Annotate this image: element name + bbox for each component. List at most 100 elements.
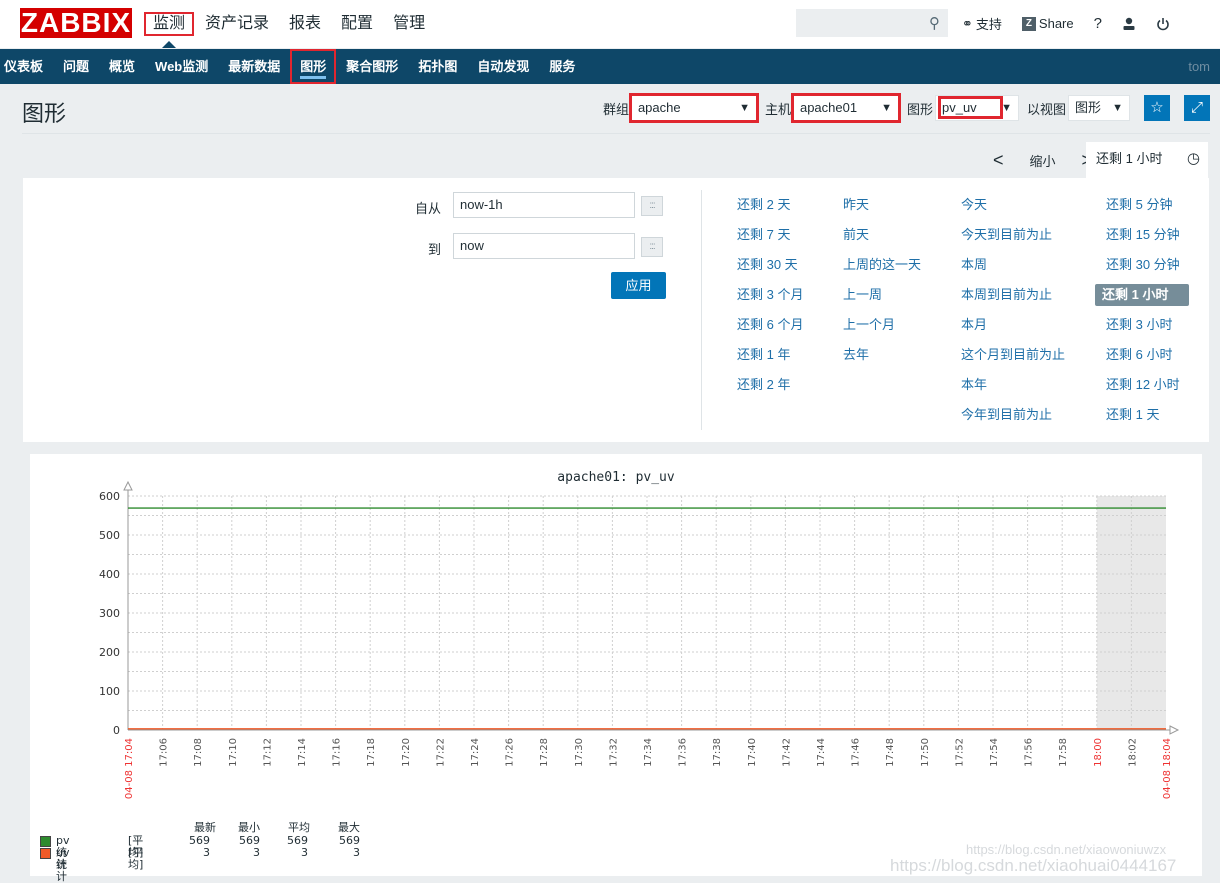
share-label: Share — [1038, 16, 1074, 31]
legend-name: uv统计 — [56, 846, 70, 883]
quick-range-link[interactable]: 这个月到目前为止 — [961, 344, 1065, 374]
graph-label: 图形 — [906, 101, 933, 117]
x-tick-label: 17:50 — [920, 738, 931, 767]
dropdown-arrow-icon: ▼ — [1001, 102, 1012, 114]
quick-range-link[interactable]: 还剩 6 小时 — [1106, 344, 1189, 374]
host-select[interactable]: apache01 ▼ — [790, 93, 901, 123]
subnav-graphs[interactable]: 图形 — [290, 49, 337, 84]
quick-range-link[interactable]: 上周的这一天 — [843, 254, 921, 284]
quick-range-link[interactable]: 去年 — [843, 344, 921, 374]
legend-swatch — [40, 848, 51, 859]
quick-range-link[interactable]: 还剩 2 年 — [737, 374, 803, 404]
x-tick-label: 17:30 — [574, 738, 585, 767]
to-input[interactable]: now — [453, 233, 635, 259]
quick-range-link-selected[interactable]: 还剩 1 小时 — [1095, 284, 1189, 306]
graph-value: pv_uv — [938, 96, 1003, 119]
fullscreen-button[interactable]: ⤢ — [1184, 95, 1210, 121]
subnav-problems[interactable]: 问题 — [53, 49, 99, 84]
x-tick-label: 17:56 — [1024, 738, 1035, 767]
y-tick-label: 0 — [113, 724, 120, 737]
to-calendar-button[interactable]: ::: — [641, 237, 663, 257]
x-tick-label: 17:52 — [954, 738, 965, 767]
nav-administration[interactable]: 管理 — [384, 12, 434, 36]
watermark: https://blog.csdn.net/xiaohuai0444167 — [890, 856, 1177, 875]
dropdown-arrow-icon: ▼ — [739, 102, 750, 114]
x-tick-label: 17:06 — [159, 738, 170, 767]
quick-range-link[interactable]: 还剩 30 分钟 — [1106, 254, 1189, 284]
x-tick-label: 17:24 — [470, 738, 481, 767]
nav-reports[interactable]: 报表 — [280, 12, 330, 36]
zoom-out-button[interactable]: 缩小 — [1029, 151, 1055, 170]
quick-range-link[interactable]: 本月 — [961, 314, 1065, 344]
legend-header-max: 最大 — [338, 821, 360, 834]
quick-range-link[interactable]: 昨天 — [843, 194, 921, 224]
x-tick-label: 17:10 — [228, 738, 239, 767]
page-title: 图形 — [22, 101, 67, 126]
view-as-select[interactable]: 图形 ▼ — [1068, 95, 1130, 121]
quick-range-link[interactable]: 今天 — [961, 194, 1065, 224]
from-calendar-button[interactable]: ::: — [641, 196, 663, 216]
user-icon — [1123, 17, 1135, 30]
apply-button[interactable]: 应用 — [611, 272, 666, 299]
x-tick-label: 17:32 — [608, 738, 619, 767]
quick-range-link[interactable]: 上一周 — [843, 284, 921, 314]
quick-range-link[interactable]: 还剩 6 个月 — [737, 314, 803, 344]
time-range-tab-label: 还剩 1 小时 — [1096, 151, 1163, 166]
quick-range-link[interactable]: 本年 — [961, 374, 1065, 404]
legend-header-min: 最小 — [238, 821, 260, 834]
view-value: 图形 — [1075, 100, 1102, 115]
help-button[interactable]: ? — [1094, 15, 1102, 32]
subnav-dashboard[interactable]: 仪表板 — [0, 49, 53, 84]
quick-range-link[interactable]: 还剩 7 天 — [737, 224, 803, 254]
quick-range-link[interactable]: 今天到目前为止 — [961, 224, 1065, 254]
x-tick-label: 17:20 — [401, 738, 412, 767]
subnav-latest-data[interactable]: 最新数据 — [218, 49, 290, 84]
time-prev-button[interactable]: < — [993, 150, 1004, 171]
subnav-services[interactable]: 服务 — [539, 49, 585, 84]
quick-range-link[interactable]: 本周到目前为止 — [961, 284, 1065, 314]
nav-inventory[interactable]: 资产记录 — [196, 12, 278, 36]
nav-monitoring[interactable]: 监测 — [144, 12, 195, 48]
quick-range-link[interactable]: 上一个月 — [843, 314, 921, 344]
search-icon[interactable]: ⚲ — [929, 14, 940, 32]
x-tick-label: 18:02 — [1127, 738, 1138, 767]
quick-range-link[interactable]: 还剩 1 天 — [1106, 404, 1189, 434]
subnav-overview[interactable]: 概览 — [99, 49, 145, 84]
scrollbar-track[interactable] — [1209, 440, 1220, 876]
quick-range-link[interactable]: 前天 — [843, 224, 921, 254]
quick-range-link[interactable]: 还剩 1 年 — [737, 344, 803, 374]
x-tick-label: 17:34 — [643, 738, 654, 767]
calendar-icon: ::: — [649, 241, 655, 252]
support-link[interactable]: ⚭ 支持 — [962, 14, 1002, 33]
search-input[interactable]: ⚲ — [796, 9, 948, 37]
graph-select[interactable]: pv_uv ▼ — [934, 95, 1019, 121]
quick-range-link[interactable]: 还剩 5 分钟 — [1106, 194, 1189, 224]
zabbix-logo[interactable]: ZABBIX — [20, 8, 132, 38]
x-tick-label: 17:14 — [297, 738, 308, 767]
calendar-icon: ::: — [649, 200, 655, 211]
subnav-discovery[interactable]: 自动发现 — [467, 49, 539, 84]
logout-button[interactable] — [1156, 17, 1170, 31]
quick-range-link[interactable]: 还剩 15 分钟 — [1106, 224, 1189, 254]
quick-range-link[interactable]: 本周 — [961, 254, 1065, 284]
favorite-button[interactable]: ☆ — [1144, 95, 1170, 121]
support-label: 支持 — [975, 17, 1002, 32]
user-profile-button[interactable] — [1122, 17, 1136, 31]
host-label: 主机 — [764, 101, 791, 117]
nav-configuration[interactable]: 配置 — [332, 12, 382, 36]
time-range-tab[interactable]: 还剩 1 小时 ◷ — [1086, 142, 1208, 178]
quick-range-link[interactable]: 还剩 30 天 — [737, 254, 803, 284]
quick-range-link[interactable]: 还剩 3 个月 — [737, 284, 803, 314]
subnav-maps[interactable]: 拓扑图 — [408, 49, 467, 84]
quick-range-link[interactable]: 还剩 3 小时 — [1106, 314, 1189, 344]
quick-range-link[interactable]: 还剩 2 天 — [737, 194, 803, 224]
subnav-screens[interactable]: 聚合图形 — [336, 49, 408, 84]
y-tick-label: 500 — [99, 529, 120, 542]
quick-range-link[interactable]: 还剩 12 小时 — [1106, 374, 1189, 404]
group-value: apache — [637, 100, 681, 115]
group-select[interactable]: apache ▼ — [628, 93, 759, 123]
from-input[interactable]: now-1h — [453, 192, 635, 218]
subnav-web[interactable]: Web监测 — [145, 49, 218, 84]
quick-range-link[interactable]: 今年到目前为止 — [961, 404, 1065, 434]
share-link[interactable]: Z Share — [1021, 16, 1074, 31]
